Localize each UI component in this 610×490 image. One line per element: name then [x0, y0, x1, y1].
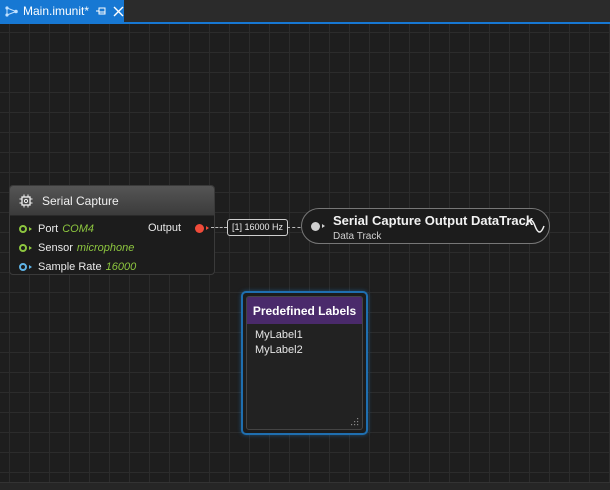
pin-tab-icon[interactable] — [95, 5, 107, 17]
port-pin-arrow — [29, 227, 32, 231]
predefined-labels-title: Predefined Labels — [252, 303, 357, 318]
tab-main-imunit[interactable]: Main.imunit* — [0, 0, 124, 22]
sensor-label: Sensor — [38, 242, 73, 254]
connection-wire-left[interactable] — [211, 227, 227, 228]
close-tab-icon[interactable] — [113, 6, 124, 17]
predefined-labels-node[interactable]: Predefined Labels MyLabel1 MyLabel2 — [241, 291, 368, 435]
connection-badge[interactable]: [1] 16000 Hz — [227, 219, 289, 236]
property-row-port[interactable]: Port COM4 — [19, 221, 94, 237]
sample-rate-value[interactable]: 16000 — [106, 261, 137, 273]
port-label: Port — [38, 223, 59, 235]
labels-list[interactable]: MyLabel1 MyLabel2 — [247, 324, 362, 358]
chip-icon — [19, 194, 33, 207]
label-item[interactable]: MyLabel1 — [255, 328, 362, 343]
sample-rate-input-pin[interactable] — [19, 263, 27, 271]
node-graph-icon — [5, 5, 18, 17]
property-row-sample-rate[interactable]: Sample Rate 16000 — [19, 259, 137, 274]
data-track-subtitle: Data Track — [333, 231, 382, 242]
waveform-icon — [525, 219, 545, 233]
output-label: Output — [148, 222, 182, 234]
serial-capture-title: Serial Capture — [42, 193, 119, 208]
property-row-sensor[interactable]: Sensor microphone — [19, 240, 134, 256]
sensor-pin-arrow — [29, 246, 32, 250]
label-item[interactable]: MyLabel2 — [255, 343, 362, 358]
output-pin[interactable] — [195, 224, 204, 233]
output-pin-arrow — [206, 226, 209, 230]
data-track-input-pin[interactable] — [311, 222, 320, 231]
port-input-pin[interactable] — [19, 225, 27, 233]
data-track-title: Serial Capture Output DataTrack — [333, 213, 534, 228]
document-tab-strip: Main.imunit* — [0, 0, 610, 24]
predefined-labels-header[interactable]: Predefined Labels — [247, 297, 362, 324]
sample-rate-pin-arrow — [29, 265, 32, 269]
resize-grip-icon[interactable] — [350, 417, 359, 426]
data-track-node[interactable]: Serial Capture Output DataTrack Data Tra… — [301, 208, 550, 244]
data-track-pin-arrow — [322, 224, 325, 228]
tab-title: Main.imunit* — [22, 4, 90, 18]
sample-rate-label: Sample Rate — [38, 261, 102, 273]
serial-capture-node[interactable]: Serial Capture Port COM4 Sensor micropho… — [9, 185, 215, 275]
sensor-value[interactable]: microphone — [77, 242, 134, 254]
predefined-labels-panel: Predefined Labels MyLabel1 MyLabel2 — [246, 296, 363, 430]
serial-capture-header[interactable]: Serial Capture — [10, 186, 214, 216]
port-value[interactable]: COM4 — [62, 223, 94, 235]
sensor-input-pin[interactable] — [19, 244, 27, 252]
